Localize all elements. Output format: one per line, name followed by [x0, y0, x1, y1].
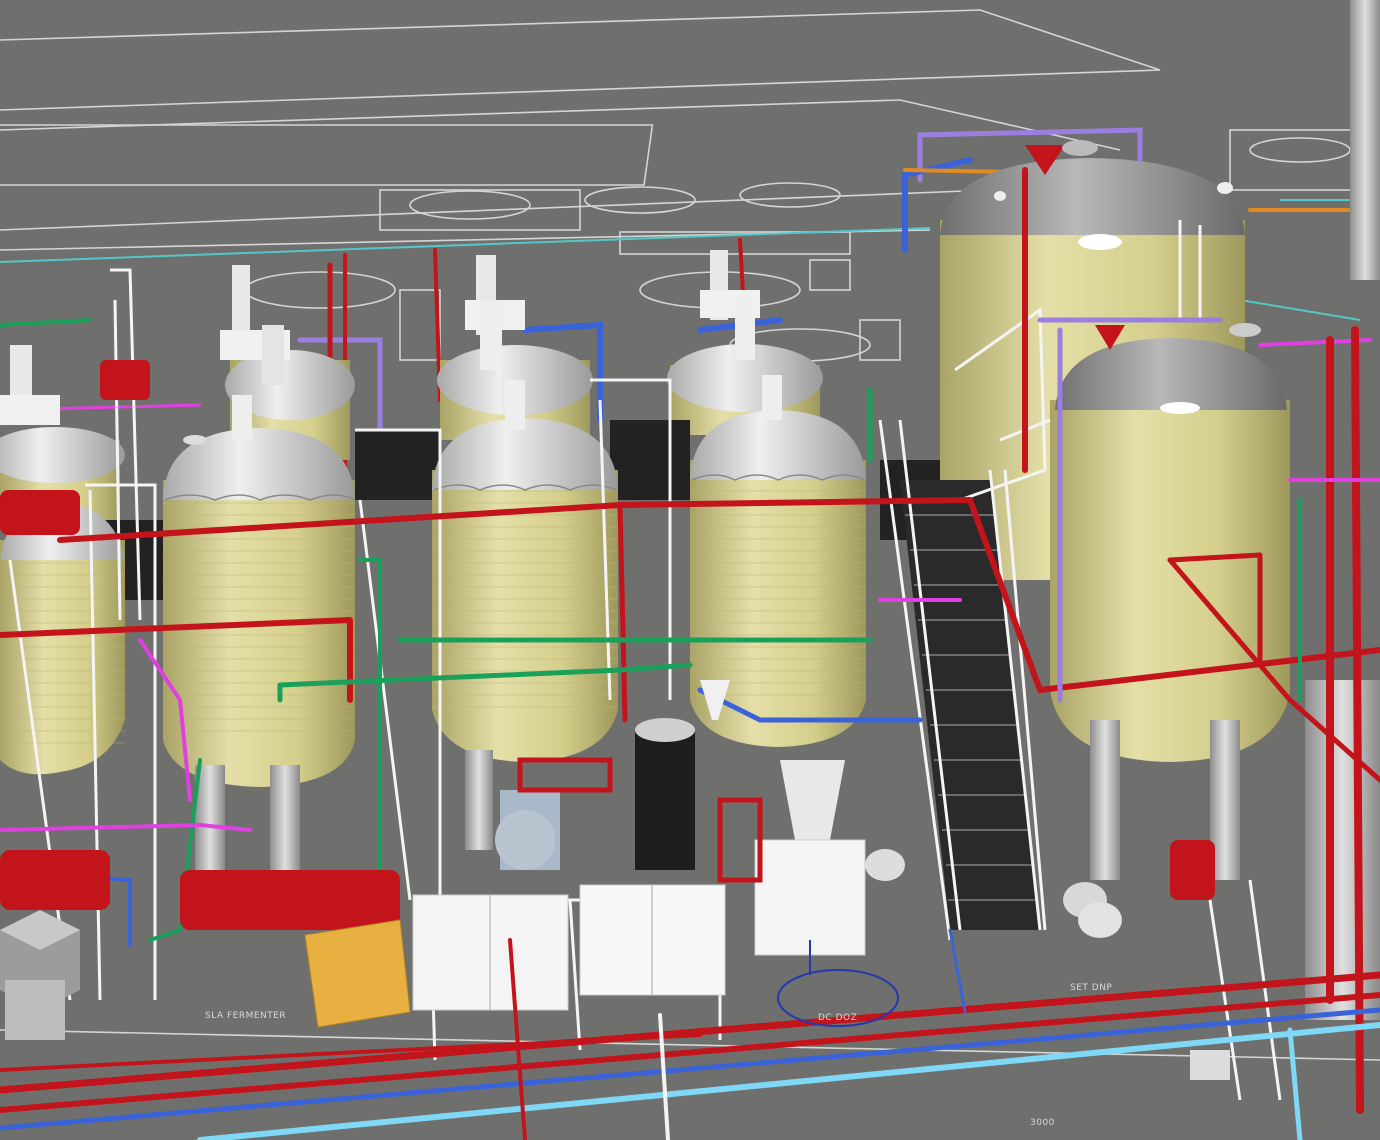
plant-model-scene[interactable]: SLA FERMENTER DC DOZ 3000 SET DNP	[0, 0, 1380, 1140]
left-skid	[0, 910, 80, 1040]
floor-label-fermenter: SLA FERMENTER	[205, 1011, 286, 1021]
floor-label-dimension: 3000	[1030, 1118, 1055, 1128]
fermenter-tank-1[interactable]	[163, 395, 356, 875]
floor-label-center: DC DOZ	[818, 1013, 857, 1023]
3d-plant-viewport[interactable]: SLA FERMENTER DC DOZ 3000 SET DNP	[0, 0, 1380, 1140]
large-tank-front	[1050, 323, 1290, 880]
floor-label-right: SET DNP	[1070, 983, 1112, 993]
distillation-column	[1305, 0, 1380, 1020]
yellow-equipment-box[interactable]	[304, 919, 411, 1028]
